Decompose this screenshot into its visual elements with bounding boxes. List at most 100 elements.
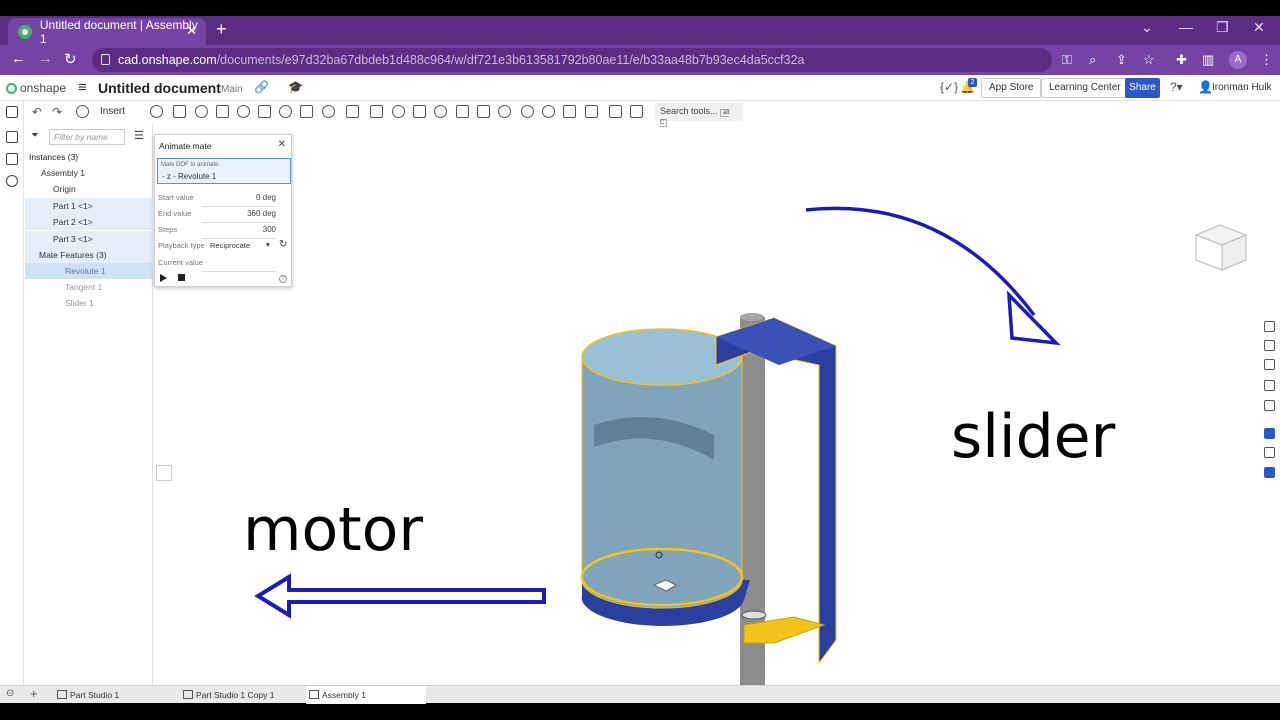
feature-list-icon[interactable] — [6, 106, 18, 118]
reload-icon[interactable]: ↻ — [64, 50, 77, 68]
tree-part-3[interactable]: Part 3 <1> — [25, 231, 153, 247]
fastened-mate-icon[interactable] — [173, 105, 186, 118]
address-bar[interactable]: cad.onshape.com/documents/e97d32ba67dbde… — [92, 48, 1052, 72]
back-icon[interactable]: ← — [11, 50, 26, 67]
key-icon[interactable]: ⚿ — [1062, 52, 1072, 68]
minimize-icon[interactable]: — — [1179, 19, 1193, 35]
filter-input[interactable]: Filter by name — [49, 129, 125, 145]
instances-icon[interactable] — [6, 131, 18, 143]
steps-value[interactable]: 300 — [263, 225, 276, 234]
section-view-icon[interactable] — [585, 105, 598, 118]
forward-icon[interactable]: → — [38, 50, 53, 67]
tab-manager-icon[interactable]: ⊙ — [6, 688, 14, 699]
redo-icon[interactable]: ↷ — [52, 105, 62, 119]
width-mate-icon[interactable] — [498, 105, 511, 118]
named-positions-icon[interactable] — [609, 105, 622, 118]
tree-mate-revolute[interactable]: Revolute 1 — [25, 263, 153, 279]
appearance-icon[interactable] — [1264, 340, 1275, 351]
zoom-icon[interactable]: ⌕ — [1089, 52, 1096, 68]
share-page-icon[interactable]: ⇪ — [1116, 52, 1127, 68]
tab-assembly-1[interactable]: Assembly 1 — [306, 686, 426, 704]
revolute-mate-icon[interactable] — [195, 105, 208, 118]
add-tab-icon[interactable]: + — [30, 686, 38, 701]
simulation-icon[interactable] — [630, 105, 643, 118]
maximize-icon[interactable]: ❐ — [1216, 19, 1229, 36]
cube-app-icon[interactable] — [1264, 447, 1275, 458]
profile-avatar[interactable]: A — [1229, 51, 1247, 69]
tree-mate-slider[interactable]: Slider 1 — [25, 295, 153, 311]
undo-icon[interactable]: ↶ — [32, 105, 42, 119]
learning-cap-icon[interactable]: 🎓 — [288, 80, 303, 94]
properties-icon[interactable] — [1264, 321, 1275, 332]
end-value[interactable]: 360 deg — [247, 209, 276, 218]
settings-gear-icon[interactable] — [542, 105, 555, 118]
tree-mate-tangent[interactable]: Tangent 1 — [25, 279, 153, 295]
replicate-icon[interactable] — [150, 105, 163, 118]
tree-part-1[interactable]: Part 1 <1> — [25, 198, 153, 214]
display-icon[interactable] — [76, 105, 89, 118]
history-icon[interactable] — [6, 175, 18, 187]
hamburger-menu-icon[interactable]: ≡ — [78, 79, 87, 96]
group-icon[interactable] — [370, 105, 383, 118]
config-panel-icon[interactable] — [156, 465, 172, 481]
app-m-icon[interactable] — [1264, 428, 1275, 439]
filter-icon[interactable]: ⏷ — [31, 130, 39, 141]
help-icon[interactable]: ?▾ — [1170, 80, 1183, 94]
slider-mate-icon[interactable] — [216, 105, 229, 118]
user-icon[interactable]: 👤 — [1198, 80, 1213, 94]
measure-icon[interactable] — [563, 105, 576, 118]
explode-icon[interactable] — [521, 105, 534, 118]
variables-icon[interactable] — [1264, 400, 1275, 411]
extensions-icon[interactable]: ✚ — [1176, 52, 1187, 68]
steps-row[interactable]: Steps 300 — [158, 225, 290, 239]
close-tab-icon[interactable]: ✕ — [186, 23, 197, 39]
share-button[interactable]: Share — [1125, 78, 1160, 98]
gear-relation-icon[interactable] — [392, 105, 405, 118]
link-icon[interactable]: 🔗 — [254, 80, 269, 94]
end-value-row[interactable]: End value 360 deg — [158, 209, 290, 223]
refresh-icon[interactable]: ↻ — [279, 239, 287, 250]
insert-button[interactable]: Insert — [100, 106, 125, 117]
tangent-mate-icon[interactable] — [477, 105, 490, 118]
parallel-mate-icon[interactable] — [322, 105, 335, 118]
tab-part-studio-1-copy[interactable]: Part Studio 1 Copy 1 — [180, 686, 300, 704]
help-icon[interactable]: ? — [279, 275, 287, 283]
dropdown-chevron-icon[interactable]: ▾ — [266, 240, 270, 249]
close-window-icon[interactable]: ✕ — [1253, 19, 1265, 36]
branch-label[interactable]: Main — [221, 84, 243, 95]
onshape-logo[interactable]: onshape — [6, 81, 66, 95]
mate-dof-selector[interactable]: Mate DOF to animate - z - Revolute 1 — [157, 158, 291, 184]
mate-connector-icon[interactable] — [346, 105, 359, 118]
side-panel-icon[interactable]: ▥ — [1202, 52, 1214, 68]
rack-pinion-icon[interactable] — [413, 105, 426, 118]
bom-icon[interactable] — [1264, 359, 1275, 370]
chrome-menu-icon[interactable]: ⋮ — [1260, 52, 1273, 68]
start-value-row[interactable]: Start value 0 deg — [158, 193, 290, 207]
list-view-icon[interactable]: ☰ — [134, 129, 144, 142]
app-store-button[interactable]: App Store — [981, 78, 1042, 98]
tab-part-studio-1[interactable]: Part Studio 1 — [54, 686, 174, 704]
playback-select[interactable]: Reciprocate — [210, 241, 250, 250]
tree-assembly[interactable]: Assembly 1 — [25, 165, 153, 181]
screw-relation-icon[interactable] — [434, 105, 447, 118]
new-tab-icon[interactable]: + — [216, 19, 227, 40]
play-icon[interactable] — [160, 274, 167, 282]
versions-icon[interactable] — [1264, 380, 1275, 391]
cylindrical-mate-icon[interactable] — [258, 105, 271, 118]
playback-row[interactable]: Playback type Reciprocate ▾ ↻ — [158, 239, 290, 255]
learning-center-button[interactable]: Learning Center — [1041, 78, 1129, 98]
tree-part-2[interactable]: Part 2 <1> — [25, 214, 153, 230]
linear-relation-icon[interactable] — [456, 105, 469, 118]
code-icon[interactable]: {✓} — [940, 80, 958, 94]
stop-icon[interactable] — [178, 274, 185, 281]
comments-icon[interactable] — [6, 153, 18, 165]
app-x-icon[interactable] — [1264, 467, 1275, 478]
tree-origin[interactable]: Origin — [25, 181, 153, 197]
browser-tab[interactable]: Untitled document | Assembly 1 ✕ — [8, 18, 206, 46]
search-tools-input[interactable]: Search tools... alt C — [655, 103, 743, 127]
graphics-viewport[interactable]: motor slider — [154, 125, 1258, 689]
ball-mate-icon[interactable] — [300, 105, 313, 118]
mate-features-header[interactable]: Mate Features (3) — [25, 247, 153, 263]
close-dialog-icon[interactable]: ✕ — [278, 139, 286, 150]
planar-mate-icon[interactable] — [237, 105, 250, 118]
